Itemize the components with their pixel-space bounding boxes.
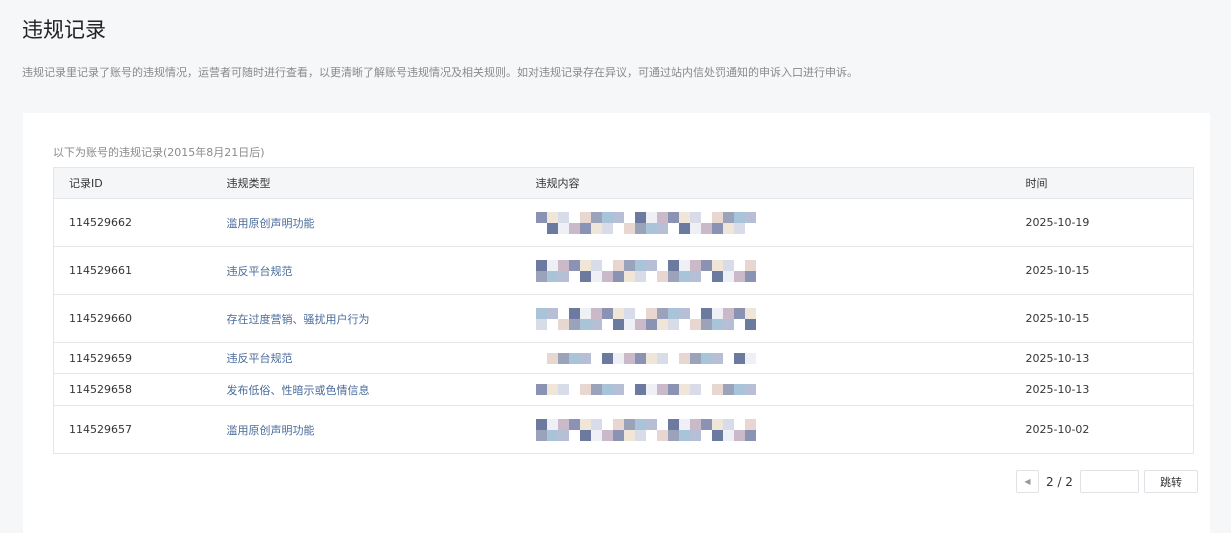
page-jump-input[interactable] <box>1079 470 1139 493</box>
header-content: 违规内容 <box>535 167 1026 199</box>
header-time: 时间 <box>1025 167 1194 199</box>
table-row: 114529661 违反平台规范 2025-10-15 <box>53 246 1194 295</box>
table-row: 114529658 发布低俗、性暗示或色情信息 2025-10-13 <box>53 373 1194 406</box>
violation-type-link[interactable]: 滥用原创声明功能 <box>227 424 315 437</box>
record-id: 114529658 <box>53 373 227 406</box>
table-row: 114529660 存在过度营销、骚扰用户行为 2025-10-15 <box>53 294 1194 343</box>
table-row: 114529662 滥用原创声明功能 2025-10-19 <box>53 198 1194 247</box>
blurred-content <box>535 307 756 330</box>
record-id: 114529659 <box>53 342 227 374</box>
page-indicator: 2 / 2 <box>1046 474 1073 489</box>
prev-page-button[interactable]: ◀ <box>1016 470 1039 493</box>
record-time: 2025-10-13 <box>1025 342 1194 374</box>
jump-button[interactable]: 跳转 <box>1143 470 1198 493</box>
table-row: 114529659 违反平台规范 2025-10-13 <box>53 342 1194 374</box>
violation-type-link[interactable]: 存在过度营销、骚扰用户行为 <box>227 313 370 326</box>
caret-left-icon: ◀ <box>1024 477 1031 486</box>
record-id: 114529661 <box>53 246 227 295</box>
header-id: 记录ID <box>53 167 227 199</box>
violation-type-link[interactable]: 违反平台规范 <box>227 352 293 365</box>
blurred-content <box>535 384 756 395</box>
violation-type-link[interactable]: 违反平台规范 <box>227 265 293 278</box>
blurred-content <box>535 259 756 282</box>
records-subtitle: 以下为账号的违规记录(2015年8月21日后) <box>53 146 265 159</box>
record-time: 2025-10-13 <box>1025 373 1194 406</box>
violation-type-link[interactable]: 发布低俗、性暗示或色情信息 <box>227 384 370 397</box>
record-id: 114529660 <box>53 294 227 343</box>
pagination: ◀ 2 / 2 跳转 <box>1016 470 1198 493</box>
record-time: 2025-10-19 <box>1025 198 1194 247</box>
record-time: 2025-10-02 <box>1025 405 1194 454</box>
record-time: 2025-10-15 <box>1025 294 1194 343</box>
record-id: 114529662 <box>53 198 227 247</box>
page-title: 违规记录 <box>22 18 106 42</box>
page-description: 违规记录里记录了账号的违规情况，运营者可随时进行查看，以更清晰了解账号违规情况及… <box>22 66 858 79</box>
records-table: 记录ID 违规类型 违规内容 时间 114529662 滥用原创声明功能 202… <box>53 167 1194 454</box>
record-id: 114529657 <box>53 405 227 454</box>
blurred-content <box>535 352 756 364</box>
header-type: 违规类型 <box>226 167 536 199</box>
blurred-content <box>535 211 756 234</box>
table-row: 114529657 滥用原创声明功能 2025-10-02 <box>53 405 1194 454</box>
records-card: 以下为账号的违规记录(2015年8月21日后) 记录ID 违规类型 违规内容 时… <box>23 113 1210 533</box>
record-time: 2025-10-15 <box>1025 246 1194 295</box>
blurred-content <box>535 418 756 441</box>
violation-type-link[interactable]: 滥用原创声明功能 <box>227 217 315 230</box>
